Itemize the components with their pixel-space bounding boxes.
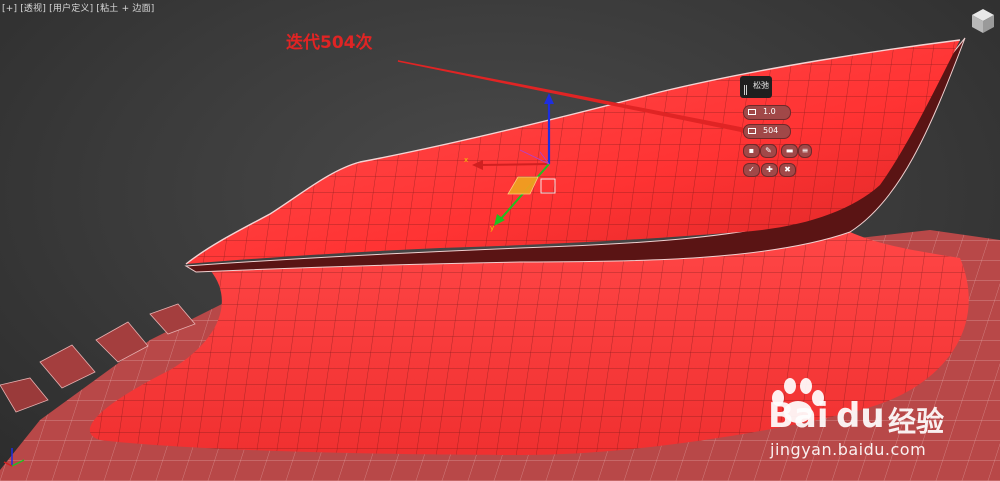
relax-amount-value[interactable]: 1.0 <box>763 107 776 116</box>
relax-panel-title-bar[interactable]: 松弛 <box>740 76 772 98</box>
apply-icon: ▪ <box>748 146 755 155</box>
brush-icon: ✎ <box>765 146 772 155</box>
watermark-brand: Bai <box>768 396 829 436</box>
svg-text:x: x <box>464 156 468 164</box>
relax-amount-field[interactable]: 1.0 <box>743 105 791 120</box>
relax-iterations-field[interactable]: 504 <box>743 124 791 139</box>
viewport[interactable]: x y [+] [透视] [用户定义] [粘土 + 边面] 迭代504次 松弛 … <box>0 0 1000 481</box>
cancel-icon: ✖ <box>784 165 791 174</box>
pin-icon: ✚ <box>766 165 773 174</box>
drag-grip-icon[interactable] <box>744 85 745 95</box>
iterations-icon <box>748 128 756 134</box>
cancel-button[interactable]: ✖ <box>779 163 796 177</box>
relax-caddy-panel[interactable]: 松弛 1.0 504 ▪ ✎ ▬ ≡ ✓ ✚ ✖ <box>740 76 812 180</box>
keep-boundary-button[interactable]: ▬ <box>781 144 798 158</box>
watermark-brand-suffix: du <box>836 396 885 436</box>
keep-boundary-icon: ▬ <box>785 146 794 155</box>
watermark-product: 经验 <box>888 405 945 438</box>
saturate-button[interactable]: ≡ <box>798 144 812 158</box>
confirm-button[interactable]: ✓ <box>743 163 760 177</box>
svg-text:y: y <box>490 224 494 232</box>
viewcube-icon[interactable] <box>968 6 998 36</box>
annotation-text: 迭代504次 <box>286 33 373 53</box>
apply-button[interactable]: ▪ <box>743 144 760 158</box>
relax-iterations-value[interactable]: 504 <box>763 126 778 135</box>
viewport-label[interactable]: [+] [透视] [用户定义] [粘土 + 边面] <box>2 1 154 14</box>
watermark: Bai du 经验 jingyan.baidu.com <box>762 374 990 462</box>
relax-panel-title: 松弛 <box>753 81 769 90</box>
saturate-icon: ≡ <box>801 146 809 155</box>
apply-and-continue-button[interactable]: ✚ <box>761 163 778 177</box>
brush-button[interactable]: ✎ <box>760 144 777 158</box>
amount-icon <box>748 109 756 115</box>
watermark-url: jingyan.baidu.com <box>770 440 927 459</box>
settings-icon: ✓ <box>748 165 755 174</box>
